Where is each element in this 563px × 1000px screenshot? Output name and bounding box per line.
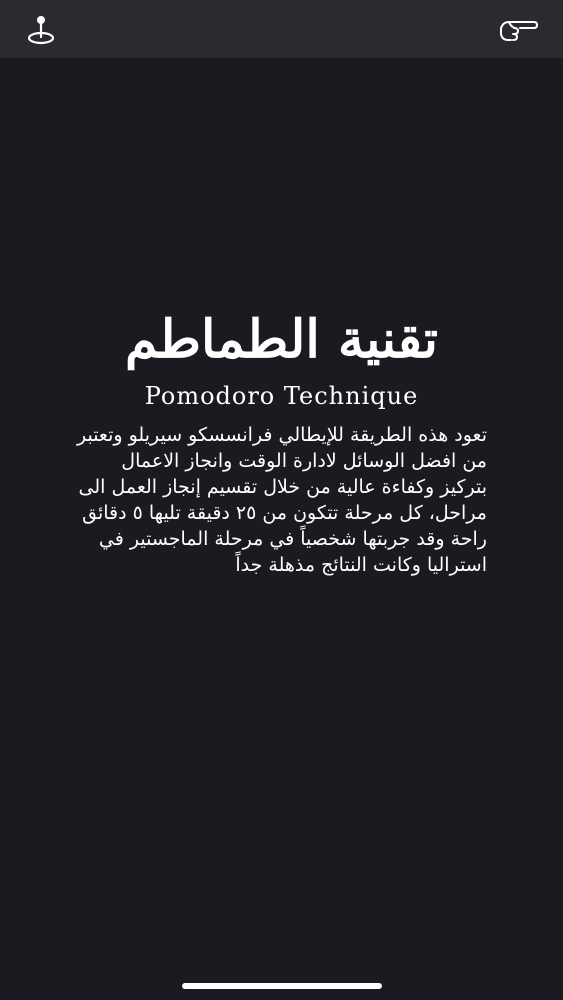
page-title-arabic: تقنية الطماطم xyxy=(125,309,438,370)
map-pin-icon xyxy=(27,16,55,45)
home-indicator[interactable] xyxy=(182,983,382,989)
pointing-hand-icon xyxy=(500,21,538,41)
pointing-hand-button[interactable] xyxy=(498,10,538,50)
page-title-english: Pomodoro Technique xyxy=(144,382,419,410)
description-text: تعود هذه الطريقة للإيطالي فرانسسكو سيريل… xyxy=(76,424,487,576)
map-pin-button[interactable] xyxy=(21,10,61,50)
top-bar xyxy=(0,0,563,58)
